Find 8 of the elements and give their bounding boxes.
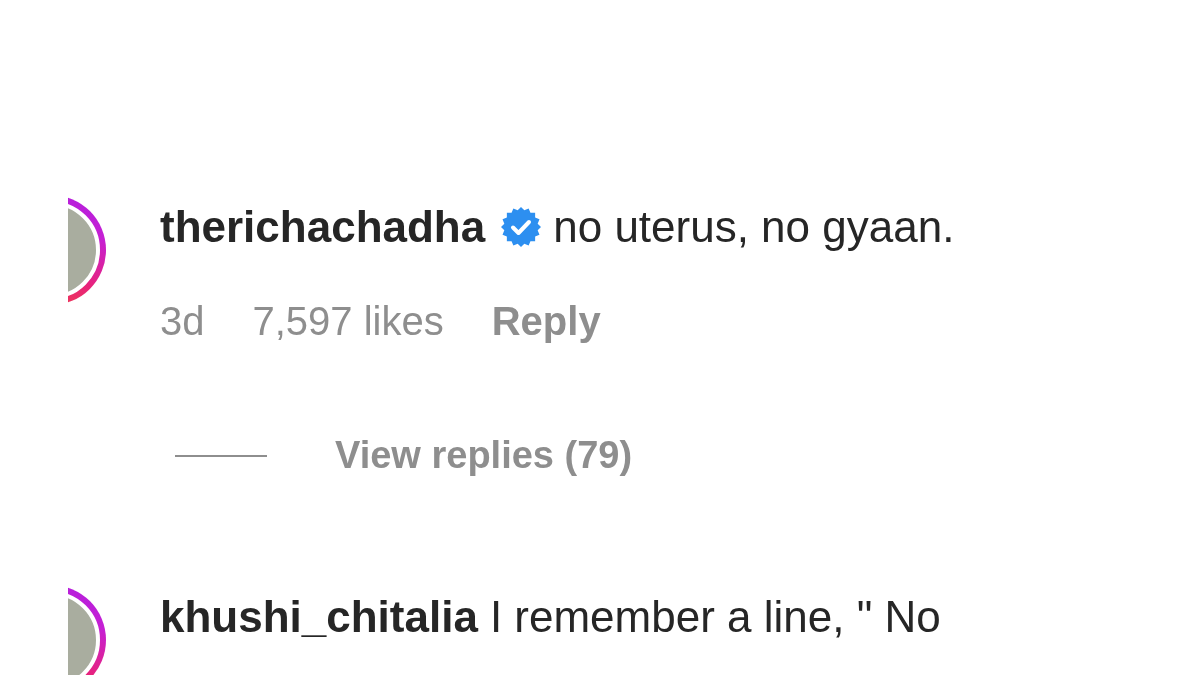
timestamp: 3d — [160, 299, 205, 344]
likes-count[interactable]: 7,597 likes — [252, 299, 444, 344]
view-replies-button[interactable]: View replies (79) — [335, 434, 633, 477]
username[interactable]: khushi_chitalia — [160, 592, 478, 642]
reply-button[interactable]: Reply — [491, 299, 601, 344]
comment-text: no uterus, no gyaan. — [553, 202, 955, 252]
comment-text: I remember a line, " No — [489, 592, 941, 642]
username[interactable]: therichachadha — [160, 202, 486, 252]
